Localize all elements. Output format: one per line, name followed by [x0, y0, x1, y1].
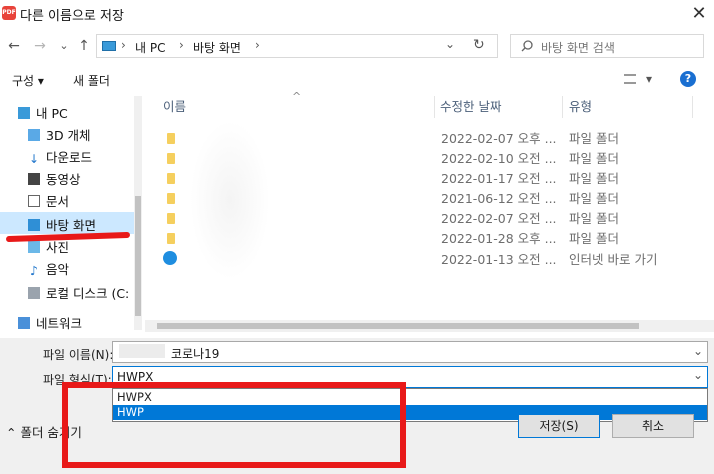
file-date: 2022-02-10 오전 ... — [441, 151, 557, 166]
nav-label: 사진 — [46, 240, 70, 255]
disk-icon — [28, 287, 40, 299]
help-icon[interactable]: ? — [680, 71, 696, 87]
music-icon: ♪ — [30, 263, 38, 278]
close-button[interactable]: ✕ — [684, 0, 714, 28]
file-date: 2022-01-28 오후 ... — [441, 231, 557, 246]
redacted-text — [119, 344, 165, 358]
organize-button[interactable]: 구성 ▾ — [12, 72, 44, 89]
up-button[interactable]: ↑ — [74, 36, 94, 56]
hscrollbar-thumb[interactable] — [157, 323, 639, 329]
blurred-file-names — [190, 120, 270, 280]
chevron-down-icon[interactable]: ⌄ — [693, 344, 703, 358]
folder-icon — [167, 173, 175, 184]
nav-item-my-pc[interactable]: 내 PC — [18, 104, 68, 124]
folder-icon — [167, 133, 175, 144]
address-bar-row: ← → ⌄ ↑ › 내 PC › 바탕 화면 › ⌄ ↻ 바탕 화면 검색 — [0, 30, 714, 62]
nav-label: 음악 — [46, 262, 70, 277]
pc-icon — [102, 41, 116, 51]
new-folder-button[interactable]: 새 폴더 — [73, 72, 110, 89]
file-type: 파일 폴더 — [569, 191, 619, 206]
breadcrumb-separator: › — [121, 38, 126, 52]
desktop-icon — [28, 219, 40, 231]
search-placeholder: 바탕 화면 검색 — [541, 41, 615, 55]
folder-icon — [167, 213, 175, 224]
edge-shortcut-icon — [163, 251, 177, 265]
nav-item-network[interactable]: 네트워크 — [18, 314, 82, 334]
network-icon — [18, 317, 30, 329]
file-date: 2022-01-17 오전 ... — [441, 171, 557, 186]
document-icon — [28, 195, 40, 207]
nav-label: 바탕 화면 — [46, 218, 96, 233]
video-icon — [28, 173, 40, 185]
file-type: 파일 폴더 — [569, 171, 619, 186]
command-bar: 구성 ▾ 새 폴더 ▾ ? — [0, 64, 714, 94]
file-date: 2022-01-13 오전 ... — [441, 252, 557, 267]
nav-item-3d-objects[interactable]: 3D 개체 — [28, 126, 91, 146]
picture-icon — [28, 241, 40, 253]
back-button[interactable]: ← — [4, 36, 24, 56]
nav-scrollbar-thumb[interactable] — [135, 196, 141, 316]
view-options-icon[interactable] — [624, 74, 636, 84]
nav-label: 동영상 — [46, 172, 81, 187]
address-dropdown-button[interactable]: ⌄ — [445, 37, 455, 51]
nav-item-downloads[interactable]: ↓ 다운로드 — [28, 148, 92, 168]
address-box[interactable]: › 내 PC › 바탕 화면 › ⌄ ↻ — [96, 34, 498, 58]
nav-label: 내 PC — [36, 106, 68, 121]
cancel-button[interactable]: 취소 — [612, 414, 694, 438]
column-divider[interactable] — [562, 96, 563, 118]
folder-icon — [167, 193, 175, 204]
file-type: 파일 폴더 — [569, 151, 619, 166]
download-icon: ↓ — [28, 152, 40, 166]
view-dropdown-button[interactable]: ▾ — [646, 72, 652, 86]
filename-value: 코로나19 — [171, 347, 220, 361]
nav-item-local-disk[interactable]: 로컬 디스크 (C: — [28, 284, 129, 304]
column-divider[interactable] — [692, 96, 693, 118]
window-title: 다른 이름으로 저장 — [20, 9, 124, 24]
recent-locations-button[interactable]: ⌄ — [54, 36, 74, 56]
file-date: 2022-02-07 오전 ... — [441, 211, 557, 226]
breadcrumb-separator: › — [255, 38, 260, 52]
breadcrumb-separator: › — [179, 38, 184, 52]
file-type: 파일 폴더 — [569, 211, 619, 226]
chevron-down-icon[interactable]: ⌄ — [693, 368, 703, 382]
file-type: 파일 폴더 — [569, 231, 619, 246]
search-icon — [521, 40, 533, 52]
nav-item-documents[interactable]: 문서 — [28, 192, 69, 212]
nav-item-videos[interactable]: 동영상 — [28, 170, 81, 190]
folder-icon — [167, 153, 175, 164]
file-type: 파일 폴더 — [569, 131, 619, 146]
annotation-box — [62, 382, 406, 468]
pc-icon — [18, 107, 30, 119]
nav-label: 문서 — [46, 194, 70, 209]
breadcrumb-desktop[interactable]: 바탕 화면 — [193, 39, 241, 56]
file-type: 인터넷 바로 가기 — [569, 252, 658, 267]
column-header-type[interactable]: 유형 — [569, 94, 592, 120]
file-list-hscrollbar[interactable] — [145, 320, 714, 332]
save-button[interactable]: 저장(S) — [518, 414, 600, 438]
app-icon: PDF — [2, 6, 16, 20]
sort-arrow-icon: ^ — [292, 90, 302, 103]
nav-label: 네트워크 — [36, 316, 83, 331]
nav-label: 다운로드 — [46, 150, 93, 165]
column-divider[interactable] — [434, 96, 435, 118]
folder-icon — [167, 233, 175, 244]
breadcrumb-my-pc[interactable]: 내 PC — [135, 39, 165, 56]
title-bar: PDF 다른 이름으로 저장 ✕ — [0, 0, 714, 30]
nav-label: 로컬 디스크 (C: — [46, 286, 130, 301]
filename-input[interactable]: 코로나19 ⌄ — [112, 341, 708, 363]
filename-label: 파일 이름(N): — [43, 348, 114, 362]
file-date: 2021-06-12 오전 ... — [441, 191, 557, 206]
column-header-name[interactable]: 이름 — [163, 94, 186, 120]
refresh-button[interactable]: ↻ — [473, 37, 485, 53]
forward-button[interactable]: → — [30, 36, 50, 56]
nav-item-music[interactable]: ♪ 음악 — [28, 260, 69, 280]
file-date: 2022-02-07 오후 ... — [441, 131, 557, 146]
column-header-modified[interactable]: 수정한 날짜 — [440, 94, 501, 120]
search-box[interactable]: 바탕 화면 검색 — [510, 34, 704, 58]
nav-label: 3D 개체 — [46, 128, 91, 143]
cube-icon — [28, 129, 40, 141]
